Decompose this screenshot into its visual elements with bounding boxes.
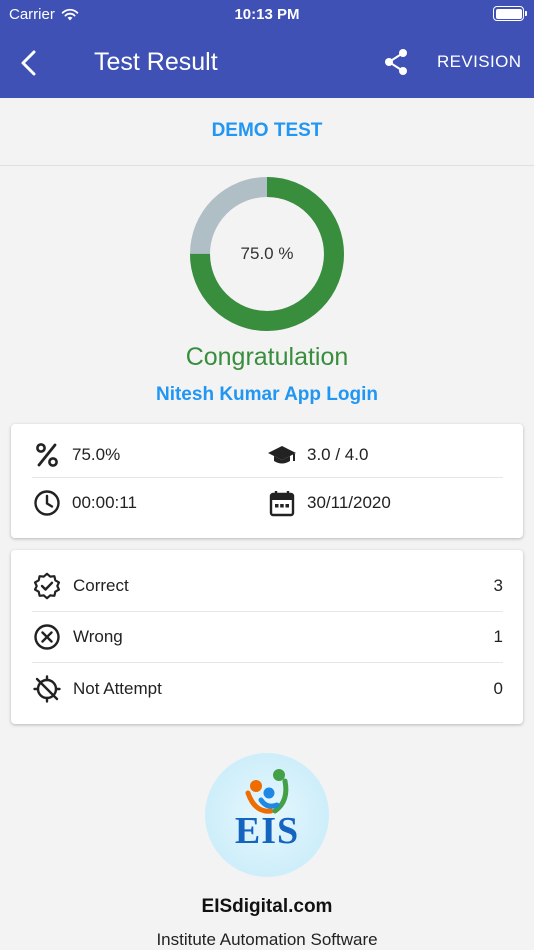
- result-row-wrong: Wrong 1: [32, 612, 503, 662]
- logo-text: EIS: [234, 810, 300, 852]
- result-count: 0: [493, 679, 503, 698]
- duration-value: 00:00:11: [72, 493, 137, 512]
- chevron-left-icon: [21, 50, 36, 76]
- score-percent: 75.0 %: [240, 244, 294, 263]
- battery-icon: [493, 6, 527, 21]
- marks-stat: 3.0 / 4.0: [267, 440, 368, 470]
- share-button[interactable]: [378, 44, 414, 80]
- date-value: 30/11/2020: [307, 493, 391, 512]
- marks-value: 3.0 / 4.0: [307, 445, 369, 464]
- page-title: Test Result: [94, 48, 218, 76]
- eis-logo: EIS: [205, 753, 329, 877]
- date-stat: 30/11/2020: [267, 488, 391, 518]
- score-donut: 75.0 %: [189, 176, 345, 332]
- percent-icon: [32, 440, 62, 470]
- test-name: DEMO TEST: [211, 120, 323, 141]
- badge-check-icon: [32, 571, 62, 601]
- result-row-correct: Correct 3: [32, 561, 503, 611]
- result-count: 1: [493, 627, 503, 646]
- summary-card: 75.0% 3.0 / 4.0 00:00:11 30/11/2020: [11, 424, 523, 538]
- app-bar: Carrier 10:13 PM Test Result REVISION: [0, 0, 534, 98]
- percentage-stat: 75.0%: [32, 440, 120, 470]
- divider: [32, 662, 503, 663]
- tagline: Institute Automation Software: [156, 930, 378, 949]
- toolbar: Test Result REVISION: [0, 28, 534, 98]
- crosshair-off-icon: [32, 674, 62, 704]
- results-card: Correct 3 Wrong 1 Not Attempt 0: [11, 550, 523, 724]
- status-bar: Carrier 10:13 PM: [0, 0, 534, 28]
- result-label: Correct: [73, 576, 129, 595]
- graduation-cap-icon: [267, 440, 297, 470]
- calendar-icon: [267, 488, 297, 518]
- back-button[interactable]: [10, 44, 48, 82]
- divider: [0, 165, 534, 166]
- status-time: 10:13 PM: [234, 6, 300, 23]
- clock-icon: [32, 488, 62, 518]
- result-count: 3: [493, 576, 503, 595]
- congrats-message: Congratulation: [185, 343, 349, 371]
- result-label: Not Attempt: [73, 679, 162, 698]
- site-name[interactable]: EISdigital.com: [0, 896, 534, 918]
- percentage-value: 75.0%: [72, 445, 121, 464]
- user-name: Nitesh Kumar App Login: [155, 384, 379, 405]
- duration-stat: 00:00:11: [32, 488, 137, 518]
- result-label: Wrong: [73, 627, 123, 646]
- divider: [32, 477, 503, 478]
- x-circle-icon: [32, 622, 62, 652]
- revision-button[interactable]: REVISION: [437, 52, 521, 72]
- share-icon: [385, 49, 407, 75]
- result-row-not-attempt: Not Attempt 0: [32, 664, 503, 714]
